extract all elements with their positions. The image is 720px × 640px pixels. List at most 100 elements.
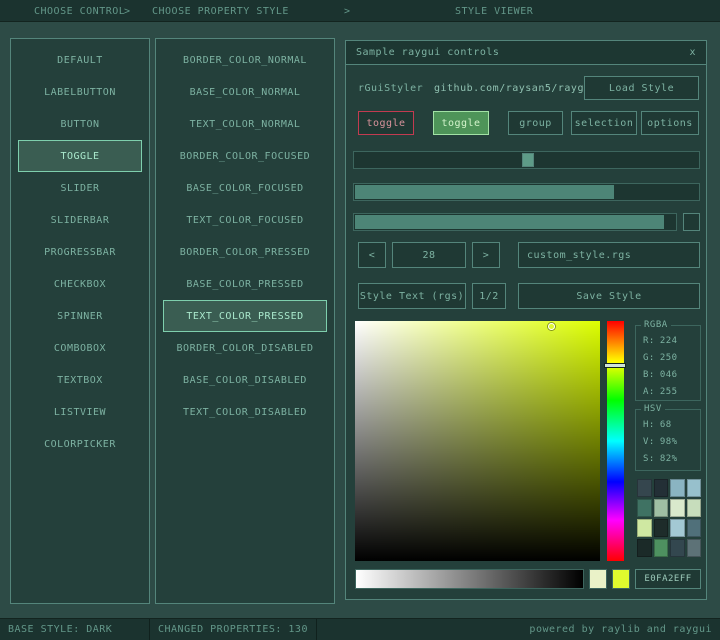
slider[interactable] — [353, 151, 700, 169]
palette-swatch[interactable] — [670, 499, 685, 517]
slider-bar-fill — [355, 215, 665, 229]
palette-swatch[interactable] — [686, 539, 701, 557]
hsv-group: HSV H: 68 V: 98% S: 82% — [635, 404, 701, 471]
filename-textbox[interactable]: custom_style.rgs — [518, 242, 700, 268]
hsv-value-row: V: 98% — [643, 436, 678, 447]
palette-swatch[interactable] — [653, 519, 668, 537]
palette-swatch[interactable] — [686, 519, 701, 537]
spinner-decrease-button[interactable]: < — [358, 242, 386, 268]
color-selector-dot[interactable] — [548, 322, 555, 330]
rgba-blue-row: B: 046 — [643, 369, 678, 380]
save-style-button[interactable]: Save Style — [518, 283, 700, 309]
saturation-value-picker[interactable] — [355, 321, 600, 561]
repo-link[interactable]: github.com/raysan5/raygui — [434, 76, 597, 100]
palette-swatch[interactable] — [637, 539, 652, 557]
style-text-button[interactable]: Style Text (rgs) — [358, 283, 466, 309]
style-color-palette — [637, 479, 701, 557]
property-item-border-color-disabled[interactable]: BORDER_COLOR_DISABLED — [163, 332, 327, 364]
section-label-choose-control: CHOOSE CONTROL — [34, 6, 126, 17]
close-icon[interactable]: x — [689, 47, 696, 58]
property-item-base-color-normal[interactable]: BASE_COLOR_NORMAL — [163, 76, 327, 108]
hex-color-field[interactable]: E0FA2EFF — [635, 569, 701, 589]
status-changed-properties: CHANGED PROPERTIES: 130 — [150, 619, 317, 640]
rgba-group: RGBA R: 224 G: 250 B: 046 A: 255 — [635, 320, 701, 401]
control-item-button[interactable]: BUTTON — [18, 108, 142, 140]
toggle-button-options[interactable]: options — [641, 111, 699, 135]
hsv-hue-row: H: 68 — [643, 419, 672, 430]
chevron-right-icon: > — [344, 6, 351, 17]
palette-swatch[interactable] — [653, 499, 668, 517]
control-item-toggle[interactable]: TOGGLE — [18, 140, 142, 172]
load-style-button[interactable]: Load Style — [584, 76, 699, 100]
palette-swatch[interactable] — [637, 519, 652, 537]
toggle-button-group[interactable]: group — [508, 111, 563, 135]
window-titlebar[interactable]: Sample raygui controls x — [346, 41, 706, 65]
status-base-style: BASE STYLE: DARK — [0, 619, 150, 640]
control-item-listview[interactable]: LISTVIEW — [18, 396, 142, 428]
property-item-base-color-focused[interactable]: BASE_COLOR_FOCUSED — [163, 172, 327, 204]
palette-swatch[interactable] — [670, 519, 685, 537]
top-menu-bar: CHOOSE CONTROL > CHOOSE PROPERTY STYLE >… — [0, 0, 720, 22]
property-list-panel: BORDER_COLOR_NORMAL BASE_COLOR_NORMAL TE… — [155, 38, 335, 604]
control-item-default[interactable]: DEFAULT — [18, 44, 142, 76]
palette-swatch[interactable] — [653, 539, 668, 557]
control-item-checkbox[interactable]: CHECKBOX — [18, 268, 142, 300]
style-viewer-window: Sample raygui controls x rGuiStyler gith… — [345, 40, 707, 600]
property-item-border-color-pressed[interactable]: BORDER_COLOR_PRESSED — [163, 236, 327, 268]
control-item-sliderbar[interactable]: SLIDERBAR — [18, 204, 142, 236]
property-item-border-color-focused[interactable]: BORDER_COLOR_FOCUSED — [163, 140, 327, 172]
slider-handle[interactable] — [522, 153, 534, 167]
rgba-alpha-row: A: 255 — [643, 386, 678, 397]
status-powered-by: powered by raylib and raygui — [529, 624, 712, 635]
value-gradient-bar[interactable] — [355, 569, 584, 589]
control-item-progressbar[interactable]: PROGRESSBAR — [18, 236, 142, 268]
chevron-right-icon: > — [124, 6, 131, 17]
spinner-increase-button[interactable]: > — [472, 242, 500, 268]
property-item-base-color-pressed[interactable]: BASE_COLOR_PRESSED — [163, 268, 327, 300]
app-name-label: rGuiStyler — [358, 82, 424, 94]
alpha-preview-swatch — [589, 569, 607, 589]
hue-handle[interactable] — [604, 363, 626, 368]
hsv-group-title: HSV — [641, 404, 665, 414]
property-item-text-color-normal[interactable]: TEXT_COLOR_NORMAL — [163, 108, 327, 140]
hue-bar[interactable] — [604, 321, 626, 561]
control-item-slider[interactable]: SLIDER — [18, 172, 142, 204]
selected-color-swatch — [612, 569, 630, 589]
toggle-button-active[interactable]: toggle — [433, 111, 489, 135]
slider-bar-option-box[interactable] — [683, 213, 700, 231]
palette-swatch[interactable] — [670, 539, 685, 557]
toggle-button-edit[interactable]: toggle — [358, 111, 414, 135]
property-list: BORDER_COLOR_NORMAL BASE_COLOR_NORMAL TE… — [156, 39, 334, 428]
rguistyler-app: CHOOSE CONTROL > CHOOSE PROPERTY STYLE >… — [0, 0, 720, 640]
control-list: DEFAULT LABELBUTTON BUTTON TOGGLE SLIDER… — [11, 39, 149, 460]
section-label-choose-property-style: CHOOSE PROPERTY STYLE — [152, 6, 289, 17]
rgba-group-title: RGBA — [641, 320, 671, 330]
property-item-text-color-disabled[interactable]: TEXT_COLOR_DISABLED — [163, 396, 327, 428]
palette-swatch[interactable] — [686, 499, 701, 517]
palette-swatch[interactable] — [637, 499, 652, 517]
palette-swatch[interactable] — [670, 479, 685, 497]
progress-fill — [355, 185, 614, 199]
toggle-button-selection[interactable]: selection — [571, 111, 637, 135]
control-item-textbox[interactable]: TEXTBOX — [18, 364, 142, 396]
palette-swatch[interactable] — [653, 479, 668, 497]
control-item-combobox[interactable]: COMBOBOX — [18, 332, 142, 364]
property-item-base-color-disabled[interactable]: BASE_COLOR_DISABLED — [163, 364, 327, 396]
control-list-panel: DEFAULT LABELBUTTON BUTTON TOGGLE SLIDER… — [10, 38, 150, 604]
palette-swatch[interactable] — [637, 479, 652, 497]
section-label-style-viewer: STYLE VIEWER — [455, 6, 534, 17]
page-indicator-button[interactable]: 1/2 — [472, 283, 506, 309]
control-item-labelbutton[interactable]: LABELBUTTON — [18, 76, 142, 108]
status-bar: BASE STYLE: DARK CHANGED PROPERTIES: 130… — [0, 618, 720, 640]
control-item-colorpicker[interactable]: COLORPICKER — [18, 428, 142, 460]
spinner-value-field[interactable]: 28 — [392, 242, 466, 268]
window-title: Sample raygui controls — [356, 47, 500, 58]
property-item-text-color-focused[interactable]: TEXT_COLOR_FOCUSED — [163, 204, 327, 236]
hsv-saturation-row: S: 82% — [643, 453, 678, 464]
slider-bar[interactable] — [353, 213, 677, 231]
property-item-text-color-pressed[interactable]: TEXT_COLOR_PRESSED — [163, 300, 327, 332]
control-item-spinner[interactable]: SPINNER — [18, 300, 142, 332]
palette-swatch[interactable] — [686, 479, 701, 497]
property-item-border-color-normal[interactable]: BORDER_COLOR_NORMAL — [163, 44, 327, 76]
rgba-green-row: G: 250 — [643, 352, 678, 363]
